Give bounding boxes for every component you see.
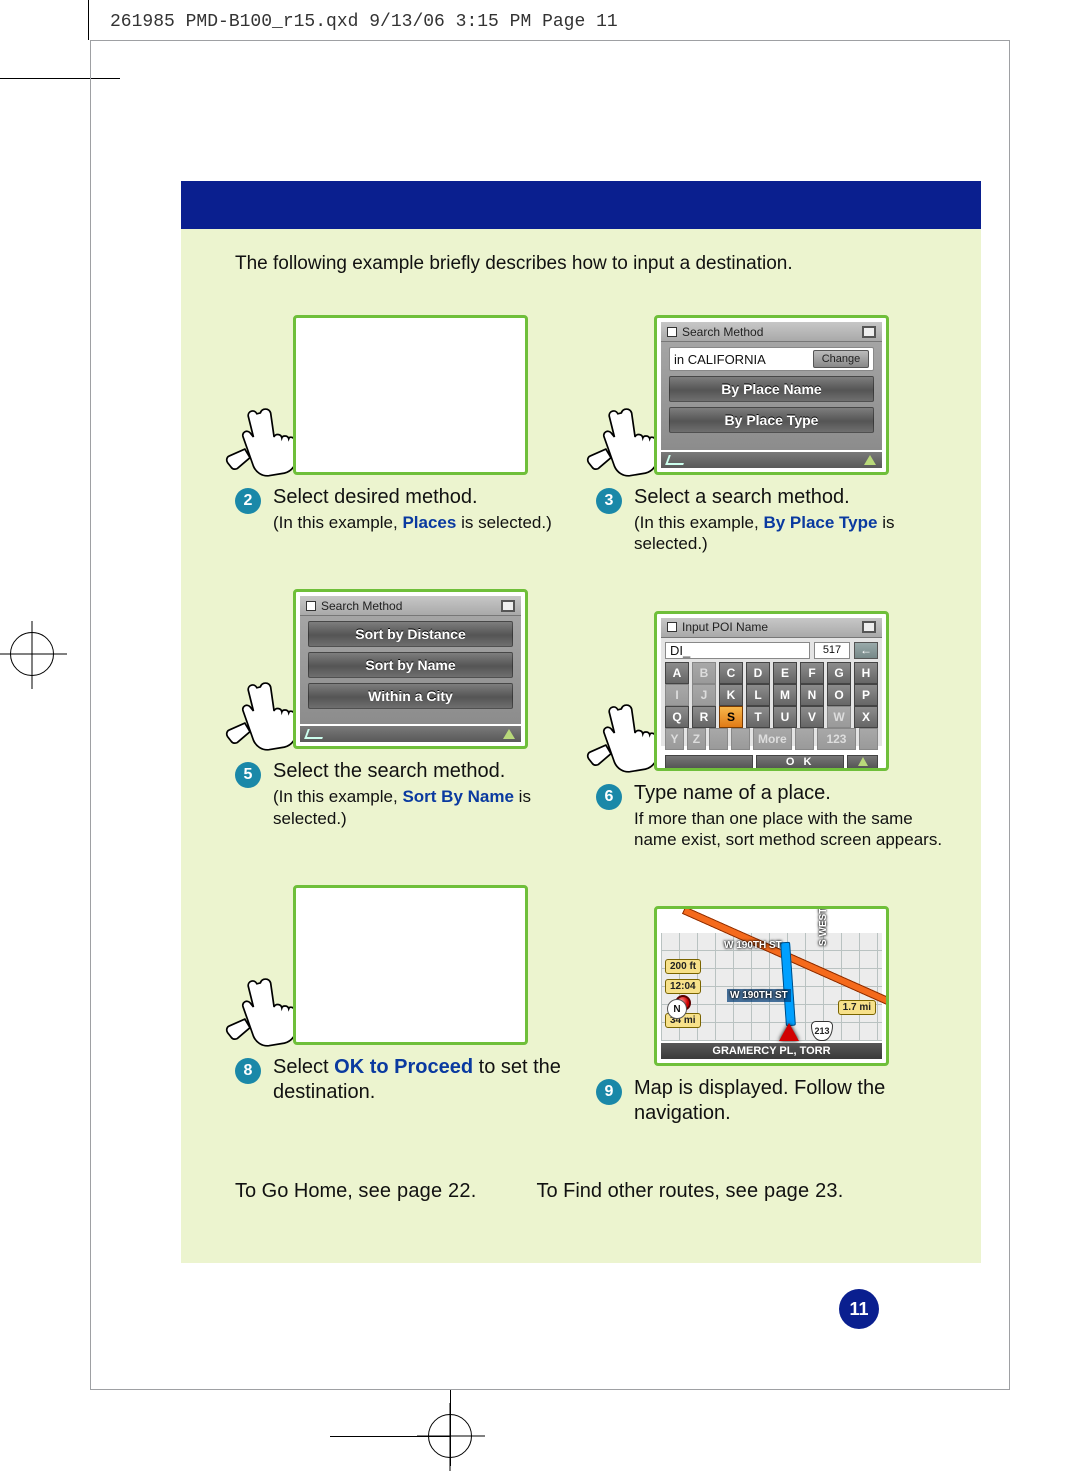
print-slugline: 261985 PMD-B100_r15.qxd 9/13/06 3:15 PM … (110, 12, 618, 32)
option-place-name[interactable]: By Place Name (669, 376, 874, 402)
intro-text: The following example briefly describes … (235, 253, 947, 275)
step-badge: 6 (596, 784, 622, 810)
page-number-badge: 11 (839, 1289, 879, 1329)
key-F[interactable]: F (800, 662, 824, 684)
step5-caption: Select the search method. (In this examp… (273, 759, 586, 829)
flag-icon (667, 622, 677, 632)
state-selector[interactable]: in CALIFORNIAChange (669, 347, 874, 371)
vehicle-arrow-icon (779, 1023, 799, 1041)
key-Q[interactable]: Q (665, 706, 689, 728)
step8-screenshot (293, 885, 528, 1045)
option-place-type[interactable]: By Place Type (669, 407, 874, 433)
key-W[interactable]: W (827, 706, 851, 728)
key-O[interactable]: O (827, 684, 851, 706)
option-within-city[interactable]: Within a City (308, 683, 513, 709)
option-sort-distance[interactable]: Sort by Distance (308, 621, 513, 647)
window-button-icon (501, 600, 515, 612)
touch-hand-icon (207, 963, 293, 1051)
window-button-icon (862, 326, 876, 338)
header-band (181, 181, 981, 229)
key-S[interactable]: S (719, 706, 743, 728)
step9-screenshot: W 190TH ST W 190TH ST S WESTERN AVE 200 … (654, 906, 889, 1066)
back-icon[interactable] (304, 729, 326, 739)
touch-hand-icon (207, 667, 293, 755)
key-P[interactable]: P (854, 684, 878, 706)
key-H[interactable]: H (854, 662, 878, 684)
key-K[interactable]: K (719, 684, 743, 706)
key-I[interactable]: I (665, 684, 689, 706)
step3-screenshot: Search Method in CALIFORNIAChange By Pla… (654, 315, 889, 475)
key-blank (709, 728, 728, 750)
step8-caption: Select OK to Proceed to set the destinat… (273, 1055, 586, 1105)
step-6: Input POI Name DI_ 517 ← ABCDEFGHIJKLMNO… (596, 599, 947, 851)
map-canvas[interactable]: W 190TH ST W 190TH ST S WESTERN AVE 200 … (661, 933, 882, 1041)
zoom-icon[interactable] (847, 755, 878, 769)
key-C[interactable]: C (719, 662, 743, 684)
step3-caption: Select a search method. (In this example… (634, 485, 947, 555)
key-B[interactable]: B (692, 662, 716, 684)
key-E[interactable]: E (773, 662, 797, 684)
compass-icon: N (667, 999, 687, 1019)
step9-caption: Map is displayed. Follow the navigation. (634, 1076, 947, 1126)
window-button-icon (862, 621, 876, 633)
key-T[interactable]: T (746, 706, 770, 728)
key-A[interactable]: A (665, 662, 689, 684)
key-R[interactable]: R (692, 706, 716, 728)
step-badge: 3 (596, 488, 622, 514)
touch-hand-icon (207, 393, 293, 481)
step-badge: 5 (235, 762, 261, 788)
page-content: The following example briefly describes … (181, 229, 981, 1263)
spacer (665, 755, 753, 769)
key-L[interactable]: L (746, 684, 770, 706)
step-badge: 2 (235, 488, 261, 514)
step-2: 2 Select desired method. (In this exampl… (235, 303, 586, 533)
step6-screenshot: Input POI Name DI_ 517 ← ABCDEFGHIJKLMNO… (654, 611, 889, 771)
option-sort-name[interactable]: Sort by Name (308, 652, 513, 678)
step2-caption: Select desired method. (In this example,… (273, 485, 552, 533)
flag-icon (306, 601, 316, 611)
key-D[interactable]: D (746, 662, 770, 684)
key-Y[interactable]: Y (665, 728, 684, 750)
map-result-label: GRAMERCY PL, TORR (712, 1045, 830, 1057)
key-X[interactable]: X (854, 706, 878, 728)
key-More[interactable]: More (753, 728, 792, 750)
step2-screenshot (293, 315, 528, 475)
step-9: W 190TH ST W 190TH ST S WESTERN AVE 200 … (596, 894, 947, 1126)
back-icon[interactable] (665, 455, 687, 465)
key-U[interactable]: U (773, 706, 797, 728)
step-badge: 8 (235, 1058, 261, 1084)
cross-reference-links: To Go Home, see page 22. To Find other r… (235, 1180, 947, 1203)
match-count: 517 (814, 642, 850, 659)
key-N[interactable]: N (800, 684, 824, 706)
key-M[interactable]: M (773, 684, 797, 706)
poi-input[interactable]: DI_ (665, 642, 810, 659)
change-button[interactable]: Change (813, 350, 869, 368)
step-3: Search Method in CALIFORNIAChange By Pla… (596, 303, 947, 555)
key-G[interactable]: G (827, 662, 851, 684)
backspace-key[interactable]: ← (854, 642, 878, 659)
ok-key[interactable]: O K (756, 755, 844, 769)
key-V[interactable]: V (800, 706, 824, 728)
key-Z[interactable]: Z (687, 728, 706, 750)
key-J[interactable]: J (692, 684, 716, 706)
key-blank (795, 728, 814, 750)
key-blank (731, 728, 750, 750)
key-blank (859, 728, 878, 750)
zoom-icon[interactable] (503, 729, 515, 739)
step6-caption: Type name of a place. If more than one p… (634, 781, 947, 851)
flag-icon (667, 327, 677, 337)
step-badge: 9 (596, 1079, 622, 1105)
step5-screenshot: Search Method Sort by Distance Sort by N… (293, 589, 528, 749)
step-8: 8 Select OK to Proceed to set the destin… (235, 873, 586, 1105)
step-5: Search Method Sort by Distance Sort by N… (235, 577, 586, 829)
zoom-icon[interactable] (864, 455, 876, 465)
page-frame: The following example briefly describes … (90, 40, 1010, 1390)
key-123[interactable]: 123 (817, 728, 856, 750)
